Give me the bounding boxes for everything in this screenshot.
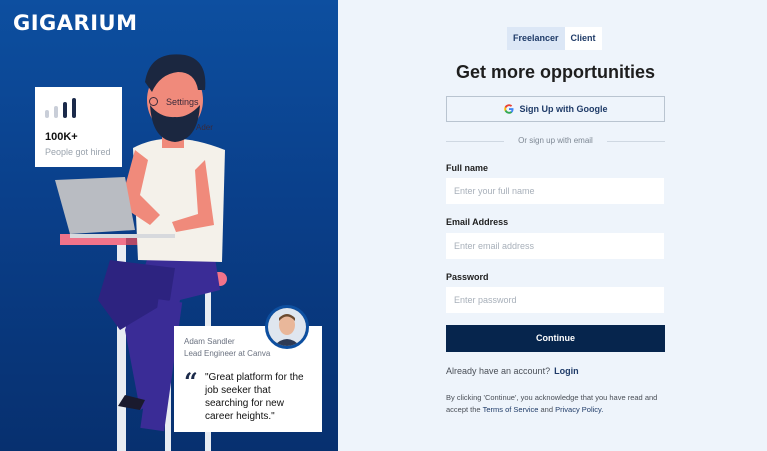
testimonial-name: Adam Sandler (184, 337, 235, 346)
signup-panel: Freelancer Client Get more opportunities… (338, 0, 767, 451)
legal-notice: By clicking 'Continue', you acknowledge … (446, 392, 668, 416)
overlay-right-label: Ader (196, 123, 213, 132)
or-divider: Or sign up with email (446, 136, 665, 147)
bar-chart-icon (45, 98, 85, 118)
stat-value: 100K+ (45, 131, 78, 143)
full-name-label: Full name (446, 163, 489, 173)
hired-stat-card: 100K+ People got hired (35, 87, 122, 167)
testimonial-quote: "Great platform for the job seeker that … (205, 372, 304, 422)
email-input[interactable] (446, 233, 664, 259)
terms-link[interactable]: Terms of Service (483, 405, 539, 414)
account-type-toggle: Freelancer Client (507, 27, 602, 50)
google-icon (503, 104, 513, 114)
google-signup-button[interactable]: Sign Up with Google (446, 96, 665, 122)
settings-overlay-label: Settings (166, 97, 199, 107)
settings-overlay: Settings (149, 97, 199, 107)
password-label: Password (446, 272, 489, 282)
google-signup-label: Sign Up with Google (519, 104, 608, 114)
password-input[interactable] (446, 287, 664, 313)
stat-label: People got hired (45, 147, 111, 157)
privacy-link[interactable]: Privacy Policy. (555, 405, 603, 414)
quote-icon: “ (184, 367, 198, 396)
continue-button[interactable]: Continue (446, 325, 665, 352)
testimonial-role: Lead Engineer at Canva (184, 349, 271, 358)
gear-icon (149, 97, 158, 106)
page-title: Get more opportunities (455, 62, 655, 82)
login-prompt-text: Already have an account? (446, 366, 551, 376)
email-label: Email Address (446, 217, 509, 227)
login-link[interactable]: Login (554, 366, 579, 376)
full-name-input[interactable] (446, 178, 664, 204)
tab-client[interactable]: Client (565, 27, 602, 50)
divider-text: Or sign up with email (518, 136, 593, 145)
login-prompt: Already have an account? Login (446, 366, 579, 376)
hero-panel: GIGARIUM Settings Ader 100K+ People got … (0, 0, 338, 451)
legal-and: and (540, 405, 554, 414)
tab-freelancer[interactable]: Freelancer (507, 27, 565, 50)
avatar (265, 305, 309, 349)
